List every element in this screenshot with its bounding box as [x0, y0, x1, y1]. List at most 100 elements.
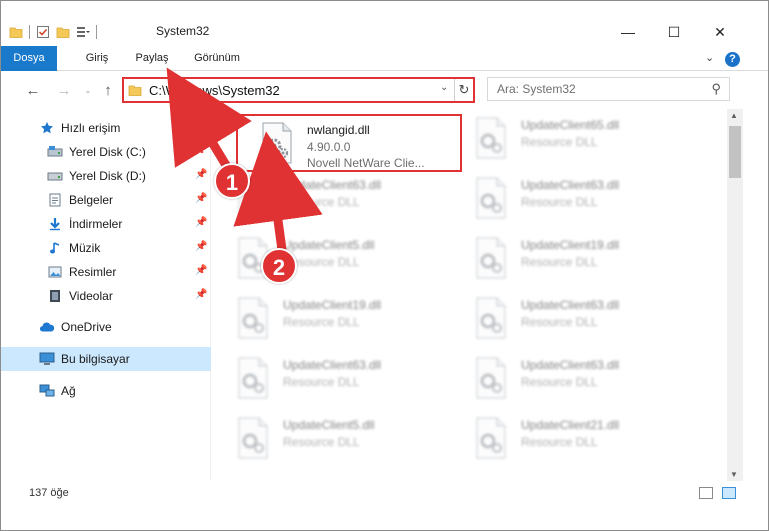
- file-tile[interactable]: UpdateClient63.dll Resource DLL: [450, 349, 676, 409]
- nav-item-label: Yerel Disk (C:): [69, 145, 146, 159]
- help-icon[interactable]: ?: [725, 52, 740, 67]
- file-name: UpdateClient21.dll: [521, 418, 620, 432]
- step-1-badge: 1: [214, 163, 250, 199]
- nav-item-documents[interactable]: Belgeler 📌: [1, 188, 211, 212]
- nav-item-label: Videolar: [69, 289, 113, 303]
- tab-file[interactable]: Dosya: [1, 46, 57, 71]
- file-type: Resource DLL: [283, 315, 360, 329]
- drive-icon: [47, 168, 63, 184]
- pin-icon[interactable]: 📌: [195, 265, 207, 276]
- nav-item-this-pc[interactable]: Bu bilgisayar: [1, 347, 211, 371]
- details-view-button[interactable]: [699, 487, 713, 499]
- file-name: UpdateClient5.dll: [283, 238, 375, 252]
- large-icons-view-button[interactable]: [722, 487, 736, 499]
- dll-file-icon: [238, 357, 268, 399]
- music-icon: [47, 240, 63, 256]
- file-tile[interactable]: UpdateClient65.dll Resource DLL: [450, 109, 676, 169]
- forward-button[interactable]: →: [54, 80, 74, 100]
- star-icon: [39, 120, 55, 136]
- cloud-icon: [39, 319, 55, 335]
- chevron-down-icon[interactable]: ⌄: [440, 82, 448, 93]
- dll-file-icon: [476, 117, 506, 159]
- dll-file-icon: [238, 297, 268, 339]
- nav-item-label: Belgeler: [69, 193, 114, 207]
- status-bar: 137 öğe: [1, 481, 768, 505]
- close-button[interactable]: ✕: [697, 17, 743, 47]
- computer-icon: [39, 351, 55, 367]
- file-tile[interactable]: UpdateClient63.dll Resource DLL: [450, 289, 676, 349]
- downloads-icon: [47, 216, 63, 232]
- file-name: UpdateClient19.dll: [521, 238, 620, 252]
- recent-locations-button[interactable]: ⌄: [78, 80, 98, 100]
- file-type: Resource DLL: [521, 255, 598, 269]
- nav-item-pictures[interactable]: Resimler 📌: [1, 260, 211, 284]
- nav-item-onedrive[interactable]: OneDrive: [1, 315, 211, 339]
- new-folder-icon[interactable]: [56, 25, 70, 39]
- dll-file-icon: [238, 417, 268, 459]
- folder-icon: [128, 85, 142, 96]
- quick-access-toolbar: [9, 23, 97, 41]
- pictures-icon: [47, 264, 63, 280]
- title-bar: System32 — ☐ ✕: [1, 1, 768, 46]
- nav-item-label: Bu bilgisayar: [61, 352, 130, 366]
- nav-item-label: Yerel Disk (D:): [69, 169, 146, 183]
- folder-icon[interactable]: [9, 25, 23, 39]
- network-icon: [39, 383, 55, 399]
- pin-icon[interactable]: 📌: [195, 217, 207, 228]
- file-tile[interactable]: UpdateClient5.dll Resource DLL: [212, 229, 438, 289]
- nav-item-label: Müzik: [69, 241, 101, 255]
- file-tile[interactable]: UpdateClient63.dll Resource DLL: [212, 349, 438, 409]
- pin-icon[interactable]: 📌: [195, 169, 207, 180]
- scroll-up-icon[interactable]: ▲: [730, 111, 738, 120]
- properties-icon[interactable]: [36, 25, 50, 39]
- dll-file-icon: [476, 357, 506, 399]
- nav-item-network[interactable]: Ağ: [1, 379, 211, 403]
- search-placeholder: Ara: System32: [497, 82, 576, 96]
- search-icon[interactable]: ⚲: [711, 81, 721, 97]
- up-button[interactable]: ↑: [98, 80, 118, 100]
- file-tile[interactable]: UpdateClient5.dll Resource DLL: [212, 409, 438, 469]
- tab-home[interactable]: Giriş: [77, 46, 117, 71]
- refresh-button[interactable]: ↻: [454, 79, 473, 101]
- highlight-box: [236, 114, 462, 172]
- nav-item-downloads[interactable]: İndirmeler 📌: [1, 212, 211, 236]
- file-name: UpdateClient5.dll: [283, 418, 375, 432]
- file-type: Resource DLL: [521, 135, 598, 149]
- documents-icon: [47, 192, 63, 208]
- address-bar[interactable]: C:\Windows\System32 ⌄ ↻: [122, 77, 475, 103]
- file-tile[interactable]: UpdateClient21.dll Resource DLL: [450, 409, 676, 469]
- maximize-button[interactable]: ☐: [651, 17, 697, 47]
- nav-item-label: Ağ: [61, 384, 76, 398]
- ribbon-tabs: Dosya Giriş Paylaş Görünüm ⌄: [1, 46, 768, 71]
- nav-item-quick-access[interactable]: Hızlı erişim: [1, 116, 211, 140]
- file-tile[interactable]: UpdateClient63.dll Resource DLL: [450, 169, 676, 229]
- videos-icon: [47, 288, 63, 304]
- address-path[interactable]: C:\Windows\System32: [149, 83, 280, 98]
- file-tile[interactable]: UpdateClient19.dll Resource DLL: [212, 289, 438, 349]
- file-explorer-window: System32 — ☐ ✕ Dosya Giriş Paylaş Görünü…: [0, 0, 769, 531]
- file-type: Resource DLL: [521, 315, 598, 329]
- tab-view[interactable]: Görünüm: [187, 46, 247, 71]
- file-tile[interactable]: UpdateClient19.dll Resource DLL: [450, 229, 676, 289]
- pin-icon[interactable]: 📌: [195, 193, 207, 204]
- vertical-scrollbar[interactable]: ▲ ▼: [727, 109, 743, 481]
- nav-item-music[interactable]: Müzik 📌: [1, 236, 211, 260]
- expand-ribbon-button[interactable]: ⌄: [705, 51, 714, 64]
- pin-icon[interactable]: 📌: [195, 289, 207, 300]
- nav-item-drive-d[interactable]: Yerel Disk (D:) 📌: [1, 164, 211, 188]
- back-button[interactable]: ←: [23, 80, 43, 100]
- tab-share[interactable]: Paylaş: [129, 46, 175, 71]
- nav-item-videos[interactable]: Videolar 📌: [1, 284, 211, 308]
- customize-icon[interactable]: [76, 25, 90, 39]
- scroll-down-icon[interactable]: ▼: [730, 470, 738, 479]
- dll-file-icon: [476, 237, 506, 279]
- pin-icon[interactable]: 📌: [195, 145, 207, 156]
- navigation-pane: Hızlı erişim Yerel Disk (C:) 📌 Yerel Dis…: [1, 109, 211, 481]
- nav-item-drive-c[interactable]: Yerel Disk (C:) 📌: [1, 140, 211, 164]
- scroll-thumb[interactable]: [729, 126, 741, 178]
- file-type: Resource DLL: [521, 195, 598, 209]
- search-input[interactable]: Ara: System32 ⚲: [487, 77, 730, 101]
- file-type: Resource DLL: [521, 435, 598, 449]
- pin-icon[interactable]: 📌: [195, 241, 207, 252]
- minimize-button[interactable]: —: [605, 17, 651, 47]
